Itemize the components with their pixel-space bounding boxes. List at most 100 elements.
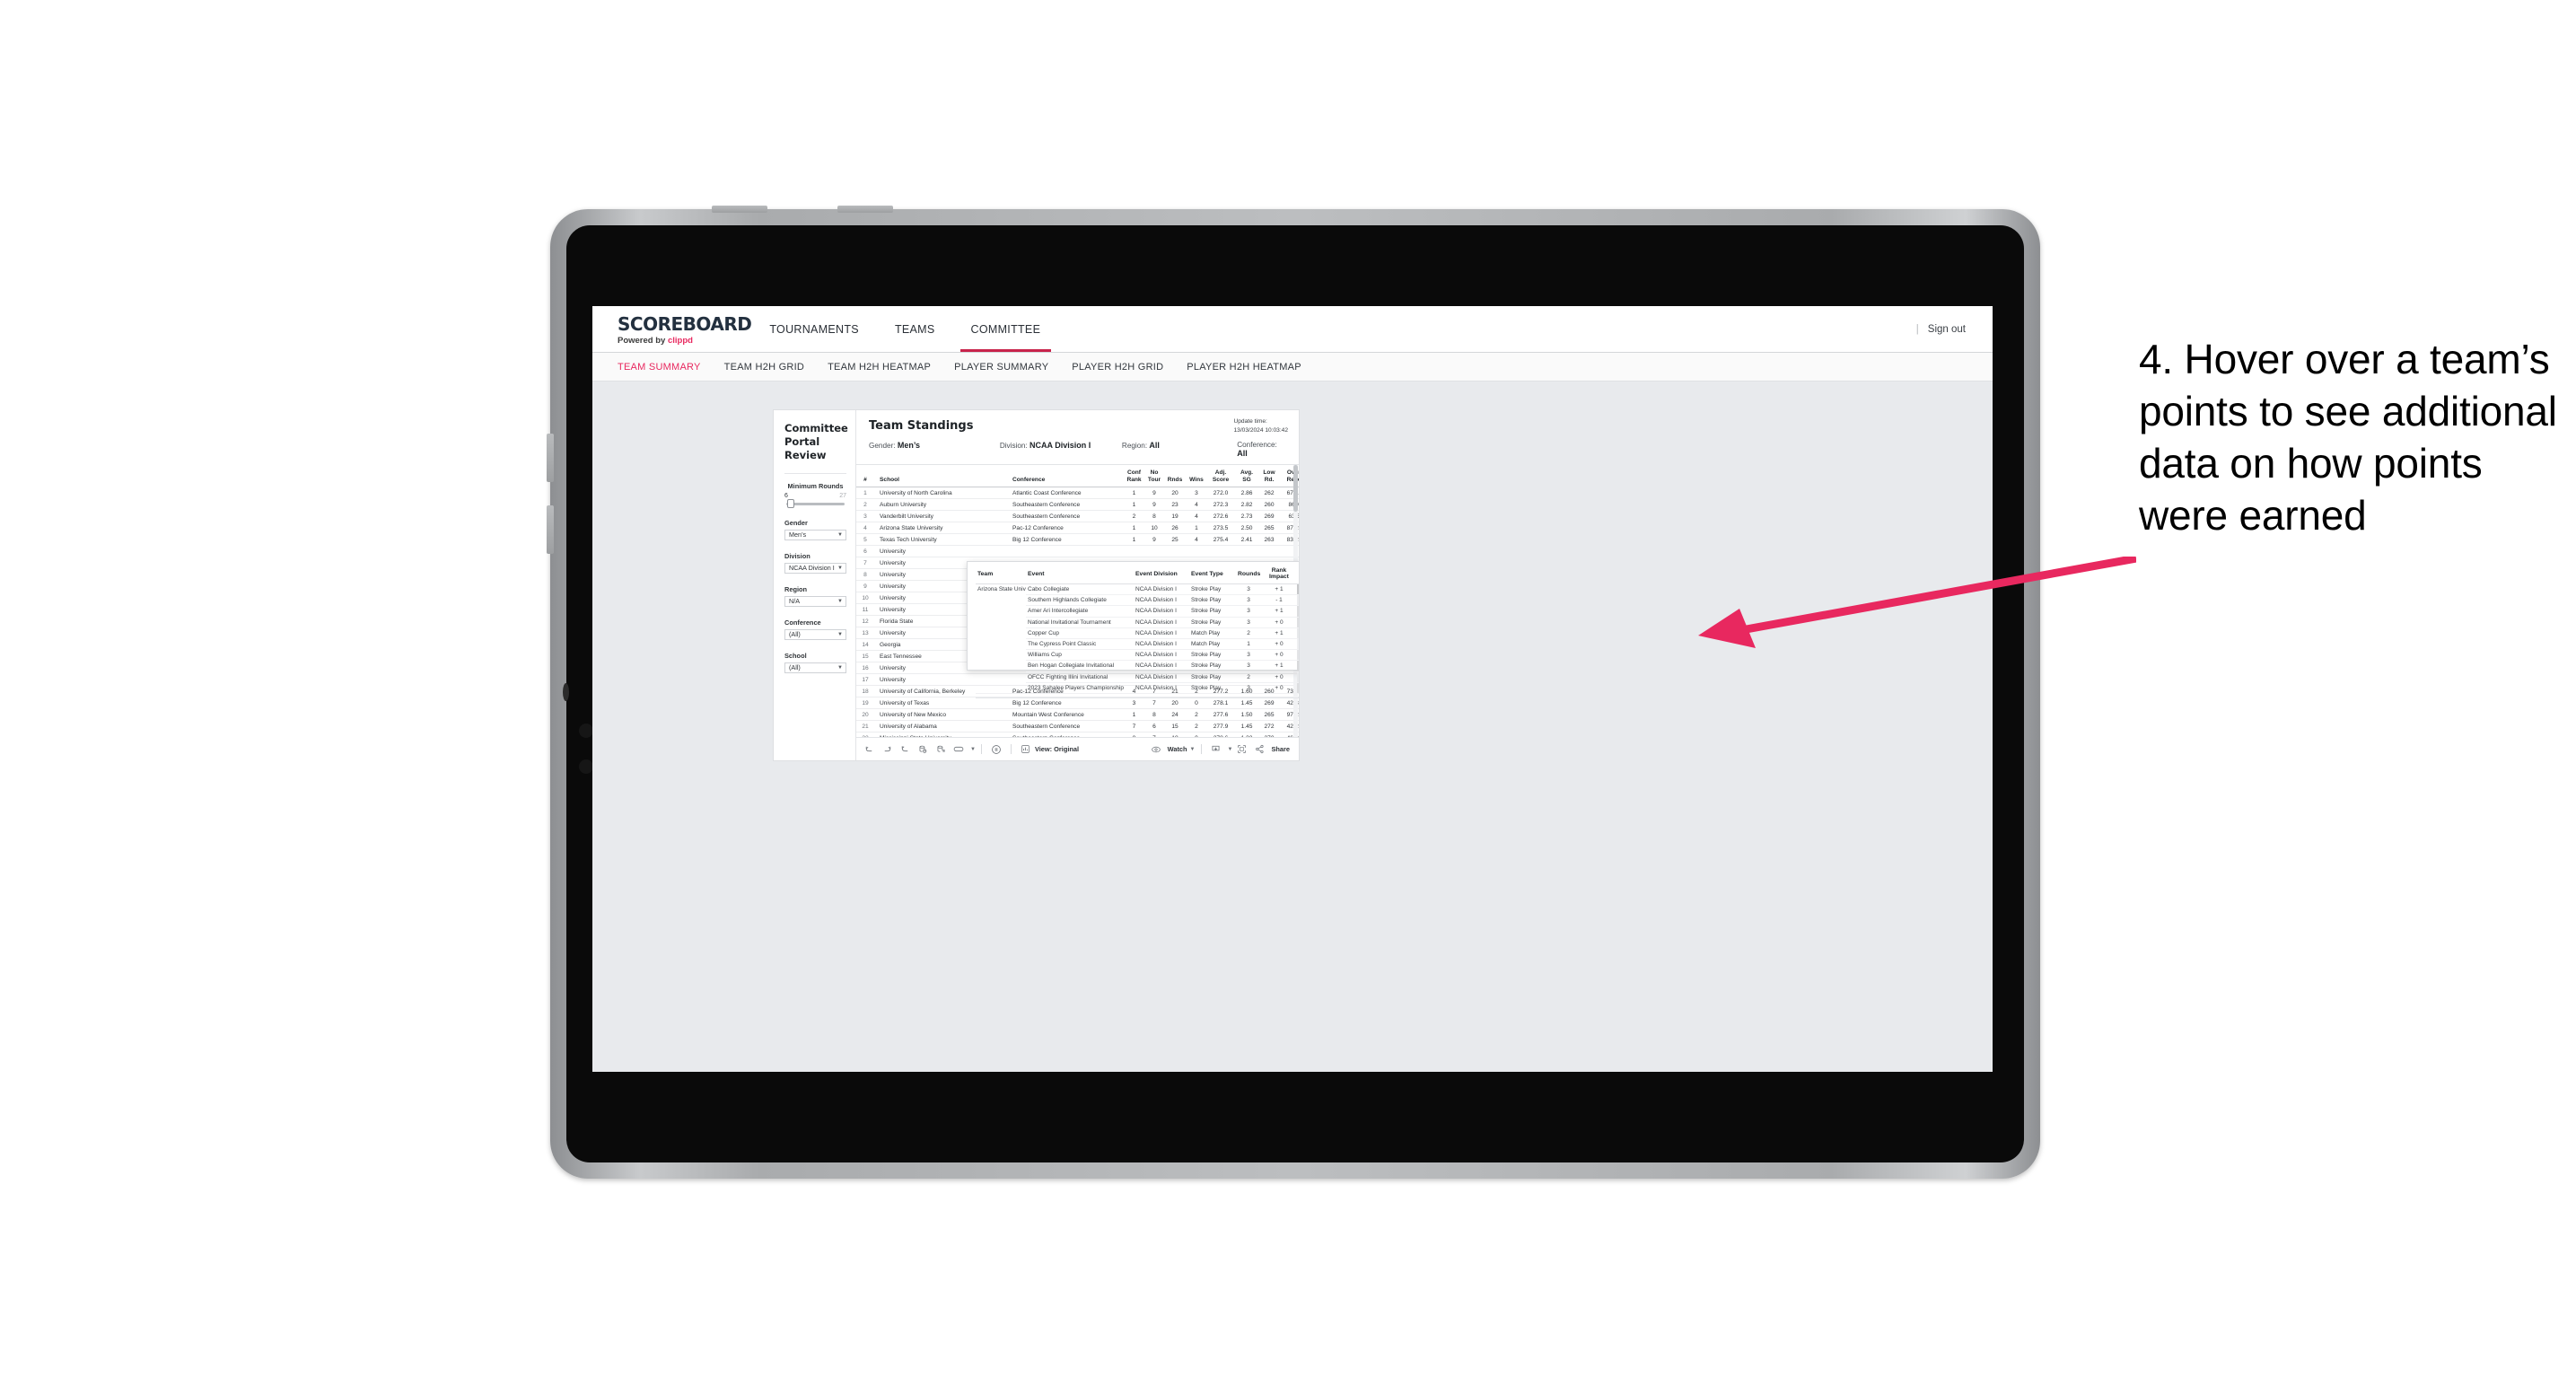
tooltip-cell-event: The Cypress Point Classic (1026, 638, 1134, 651)
division-select[interactable]: NCAA Division I ▼ (784, 562, 846, 574)
view-original-label[interactable]: View: Original (1035, 745, 1079, 753)
cell-low-rd: 269 (1259, 510, 1279, 523)
tooltip-cell-rounds: 1 (1236, 638, 1261, 651)
tab-team-summary[interactable]: TEAM SUMMARY (618, 362, 701, 373)
col-header-conference[interactable]: Conference (1007, 465, 1124, 488)
nav-item-committee[interactable]: COMMITTEE (953, 306, 1059, 352)
tooltip-cell-rounds: 3 (1236, 649, 1261, 662)
cell-rank: 1 (856, 487, 874, 500)
tab-team-h2h-grid[interactable]: TEAM H2H GRID (724, 362, 804, 373)
col-header-school[interactable]: School (874, 465, 1007, 488)
tooltip-cell-w-points: 159.63 (1297, 583, 1299, 596)
table-row[interactable]: 19 University of Texas Big 12 Conference 3 7… (856, 697, 1299, 710)
conference-select[interactable]: (All) ▼ (784, 628, 846, 640)
undo-icon[interactable] (860, 741, 878, 759)
highlight-icon[interactable] (950, 741, 968, 759)
tooltip-cell-event: Amer Ari Intercollegiate (1026, 605, 1134, 618)
side-sensor-2 (579, 759, 593, 774)
tooltip-cell-w-points: 84.97 (1297, 605, 1299, 618)
nav-item-teams[interactable]: TEAMS (877, 306, 953, 352)
school-select[interactable]: (All) ▼ (784, 662, 846, 673)
nav-item-tournaments[interactable]: TOURNAMENTS (751, 306, 877, 352)
tab-player-h2h-grid[interactable]: PLAYER H2H GRID (1072, 362, 1163, 373)
cell-rank: 17 (856, 673, 874, 687)
table-row[interactable]: 4 Arizona State University Pac-12 Conferen… (856, 522, 1299, 535)
brand-logo[interactable]: SCOREBOARD Powered by clippd (592, 306, 752, 352)
cell-avg-sg: 2.41 (1234, 533, 1259, 547)
dashboard-sheet: Committee Portal Review Minimum Rounds 6… (774, 410, 1299, 760)
standings-table-wrapper[interactable]: # School Conference Conf Rank No Tour Rnds Wins A… (856, 465, 1299, 737)
cell-conference: Big 12 Conference (1007, 533, 1124, 547)
redo-icon[interactable] (878, 741, 896, 759)
table-row[interactable]: 2 Auburn University Southeastern Conferenc… (856, 498, 1299, 512)
watch-eye-icon[interactable] (1147, 741, 1165, 759)
visualization-panel: Team Standings Update time: 13/03/2024 1… (856, 410, 1299, 760)
tooltip-cell-w-points: 56.66 (1297, 649, 1299, 662)
region-select[interactable]: N/A ▼ (784, 595, 846, 607)
sidebar-divider (784, 472, 846, 474)
tooltip-cell-type: Stroke Play (1189, 617, 1236, 628)
cell-conf-rank: 2 (1124, 510, 1144, 523)
download-group[interactable]: ▼ (1207, 741, 1232, 759)
pause-auto-update-icon[interactable] (932, 741, 950, 759)
gender-select[interactable]: Men’s ▼ (784, 529, 846, 540)
primary-nav: TOURNAMENTS TEAMS COMMITTEE (751, 306, 1058, 352)
share-icon[interactable] (1250, 741, 1268, 759)
revert-icon[interactable] (896, 741, 914, 759)
filter-group-gender: Gender Men’s ▼ (784, 519, 846, 540)
side-sensor (563, 683, 569, 701)
col-header-no-tour[interactable]: No Tour (1144, 465, 1164, 488)
sign-out-link[interactable]: Sign out (1928, 324, 1966, 335)
tooltip-cell-rounds: 2 (1236, 627, 1261, 639)
col-header-adj-score[interactable]: Adj. Score (1207, 465, 1234, 488)
col-header-conf-rank[interactable]: Conf Rank (1124, 465, 1144, 488)
download-icon[interactable] (1207, 741, 1225, 759)
watch-group[interactable]: Watch ▼ (1147, 741, 1196, 759)
tooltip-cell-type: Stroke Play (1189, 682, 1236, 694)
cell-conference: Atlantic Coast Conference (1007, 487, 1124, 500)
share-label[interactable]: Share (1271, 745, 1290, 753)
tab-team-h2h-heatmap[interactable]: TEAM H2H HEATMAP (828, 362, 931, 373)
secondary-tab-bar: TEAM SUMMARY TEAM H2H GRID TEAM H2H HEAT… (592, 353, 1993, 382)
applied-conference-value: All (1237, 449, 1248, 458)
cell-wins: 2 (1186, 720, 1207, 733)
cell-conference: Mountain West Conference (1007, 708, 1124, 722)
watch-label[interactable]: Watch (1168, 745, 1187, 753)
table-row[interactable]: 22Mississippi State UniversitySoutheaste… (856, 732, 1299, 737)
cell-adj-score: 273.5 (1207, 522, 1234, 535)
table-row[interactable]: 3 Vanderbilt University Southeastern Confe… (856, 510, 1299, 523)
highlight-group[interactable]: ▼ (950, 741, 976, 759)
chevron-down-icon[interactable]: ▼ (970, 747, 976, 752)
volume-down-button[interactable] (547, 505, 554, 554)
table-scrollbar-thumb[interactable] (1293, 465, 1298, 512)
tooltip-cell-type: Stroke Play (1189, 594, 1236, 607)
refresh-data-icon[interactable] (914, 741, 932, 759)
clippd-name: clippd (667, 335, 693, 346)
cell-conf-rank: 1 (1124, 498, 1144, 512)
volume-up-button[interactable] (547, 434, 554, 482)
tab-player-summary[interactable]: PLAYER SUMMARY (954, 362, 1048, 373)
col-header-rank[interactable]: # (856, 465, 874, 488)
cell-rank: 9 (856, 580, 874, 593)
minimum-rounds-slider[interactable] (786, 499, 845, 509)
col-header-wins[interactable]: Wins (1186, 465, 1207, 488)
table-row[interactable]: 21 University of Alabama Southeastern Conf… (856, 720, 1299, 733)
share-group[interactable]: Share (1250, 741, 1290, 759)
table-row[interactable]: 1 University of North Carolina Atlantic Co… (856, 487, 1299, 500)
col-header-avg-sg[interactable]: Avg. SG (1234, 465, 1259, 488)
slider-handle[interactable] (787, 499, 795, 509)
pause-clock-icon[interactable] (987, 741, 1005, 759)
tab-player-h2h-heatmap[interactable]: PLAYER H2H HEATMAP (1187, 362, 1301, 373)
col-header-rnds[interactable]: Rnds (1164, 465, 1186, 488)
view-original-icon[interactable] (1017, 741, 1035, 759)
power-button[interactable] (712, 206, 767, 213)
top-button[interactable] (837, 206, 893, 213)
table-row[interactable]: 20 University of New Mexico Mountain West … (856, 708, 1299, 722)
table-row[interactable]: 5 Texas Tech University Big 12 Conference 1… (856, 533, 1299, 547)
col-header-low-rd[interactable]: Low Rd. (1259, 465, 1279, 488)
cell-rnds: 20 (1164, 487, 1186, 500)
table-row[interactable]: 6 University (856, 545, 1299, 558)
fullscreen-icon[interactable] (1232, 741, 1250, 759)
chevron-down-icon[interactable]: ▼ (1190, 747, 1196, 752)
cell-school: University of North Carolina (874, 487, 1007, 500)
